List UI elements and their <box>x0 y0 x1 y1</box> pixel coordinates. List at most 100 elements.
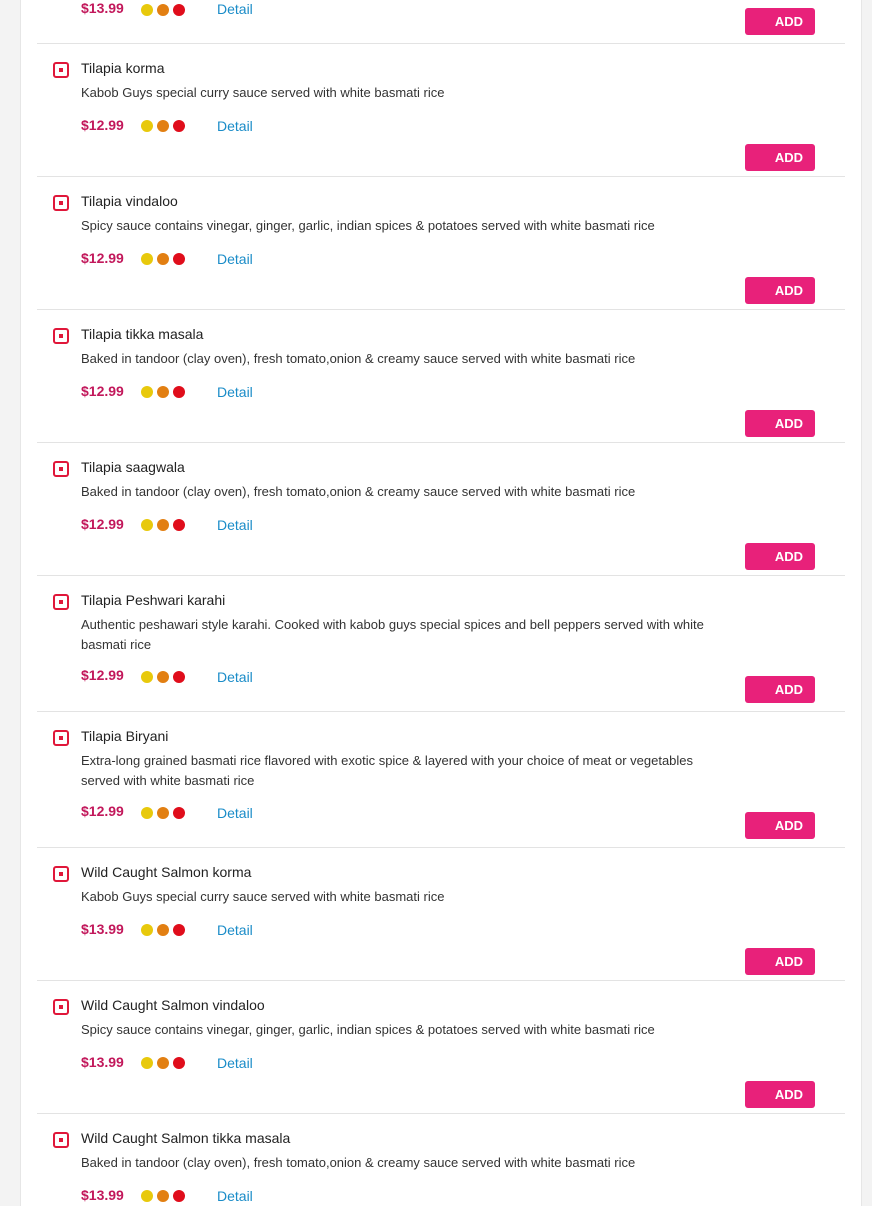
item-price: $12.99 <box>81 667 124 683</box>
spice-medium-dot <box>157 924 169 936</box>
spice-hot-dot <box>173 807 185 819</box>
item-name: Tilapia korma <box>81 60 165 76</box>
item-name: Wild Caught Salmon korma <box>81 864 252 880</box>
detail-link[interactable]: Detail <box>217 1055 253 1071</box>
detail-link[interactable]: Detail <box>217 1188 253 1204</box>
spice-mild-dot <box>141 807 153 819</box>
add-button[interactable]: ADD <box>745 1081 815 1108</box>
spice-mild-dot <box>141 253 153 265</box>
spice-hot-dot <box>173 253 185 265</box>
menu-item: Wild Caught Salmon vindaloo Spicy sauce … <box>37 981 845 1114</box>
spice-medium-dot <box>157 1057 169 1069</box>
menu-item: Wild Caught Salmon tikka masala Baked in… <box>37 1114 845 1206</box>
add-button[interactable]: ADD <box>745 543 815 570</box>
spice-mild-dot <box>141 671 153 683</box>
detail-link[interactable]: Detail <box>217 922 253 938</box>
spice-medium-dot <box>157 253 169 265</box>
item-name: Tilapia Biryani <box>81 728 169 744</box>
item-description: Spicy sauce contains vinegar, ginger, ga… <box>81 1022 655 1037</box>
spice-level-indicator <box>141 1190 185 1202</box>
menu-item: Tilapia korma Kabob Guys special curry s… <box>37 44 845 177</box>
spice-level-indicator <box>141 671 185 683</box>
menu-item: $13.99 Detail ADD <box>37 0 845 44</box>
detail-link[interactable]: Detail <box>217 118 253 134</box>
spice-level-indicator <box>141 386 185 398</box>
item-price: $12.99 <box>81 383 124 399</box>
item-name: Tilapia vindaloo <box>81 193 178 209</box>
item-price: $13.99 <box>81 1054 124 1070</box>
veg-indicator-icon <box>53 999 69 1015</box>
item-description: Kabob Guys special curry sauce served wi… <box>81 85 445 100</box>
veg-indicator-icon <box>53 328 69 344</box>
item-price: $12.99 <box>81 516 124 532</box>
item-name: Tilapia saagwala <box>81 459 185 475</box>
menu-item: Tilapia Biryani Extra-long grained basma… <box>37 712 845 848</box>
item-name: Wild Caught Salmon vindaloo <box>81 997 265 1013</box>
menu-item: Tilapia vindaloo Spicy sauce contains vi… <box>37 177 845 310</box>
detail-link[interactable]: Detail <box>217 251 253 267</box>
add-button[interactable]: ADD <box>745 144 815 171</box>
spice-hot-dot <box>173 924 185 936</box>
spice-medium-dot <box>157 519 169 531</box>
item-price: $13.99 <box>81 1187 124 1203</box>
spice-level-indicator <box>141 1057 185 1069</box>
item-price: $12.99 <box>81 250 124 266</box>
item-description: Extra-long grained basmati rice flavored… <box>81 753 694 788</box>
spice-mild-dot <box>141 4 153 16</box>
menu-item: Tilapia saagwala Baked in tandoor (clay … <box>37 443 845 576</box>
veg-indicator-icon <box>53 461 69 477</box>
spice-hot-dot <box>173 1057 185 1069</box>
spice-level-indicator <box>141 519 185 531</box>
spice-mild-dot <box>141 386 153 398</box>
menu-panel: $13.99 Detail ADD Tilapia korma Kabob Gu… <box>20 0 862 1206</box>
detail-link[interactable]: Detail <box>217 805 253 821</box>
add-button[interactable]: ADD <box>745 8 815 35</box>
spice-medium-dot <box>157 4 169 16</box>
spice-hot-dot <box>173 4 185 16</box>
spice-hot-dot <box>173 1190 185 1202</box>
spice-mild-dot <box>141 924 153 936</box>
spice-medium-dot <box>157 671 169 683</box>
item-price: $12.99 <box>81 803 124 819</box>
spice-level-indicator <box>141 4 185 16</box>
item-name: Wild Caught Salmon tikka masala <box>81 1130 291 1146</box>
spice-level-indicator <box>141 924 185 936</box>
spice-mild-dot <box>141 1190 153 1202</box>
add-button[interactable]: ADD <box>745 948 815 975</box>
item-name: Tilapia tikka masala <box>81 326 204 342</box>
veg-indicator-icon <box>53 195 69 211</box>
spice-mild-dot <box>141 519 153 531</box>
spice-level-indicator <box>141 807 185 819</box>
veg-indicator-icon <box>53 866 69 882</box>
spice-medium-dot <box>157 1190 169 1202</box>
add-button[interactable]: ADD <box>745 410 815 437</box>
spice-hot-dot <box>173 671 185 683</box>
item-price: $13.99 <box>81 0 124 16</box>
item-description: Kabob Guys special curry sauce served wi… <box>81 889 445 904</box>
detail-link[interactable]: Detail <box>217 517 253 533</box>
menu-item: Tilapia Peshwari karahi Authentic peshaw… <box>37 576 845 712</box>
detail-link[interactable]: Detail <box>217 1 253 17</box>
spice-medium-dot <box>157 807 169 819</box>
veg-indicator-icon <box>53 62 69 78</box>
menu-item: Tilapia tikka masala Baked in tandoor (c… <box>37 310 845 443</box>
add-button[interactable]: ADD <box>745 812 815 839</box>
menu-item: Wild Caught Salmon korma Kabob Guys spec… <box>37 848 845 981</box>
add-button[interactable]: ADD <box>745 676 815 703</box>
spice-hot-dot <box>173 519 185 531</box>
spice-hot-dot <box>173 120 185 132</box>
item-description: Authentic peshawari style karahi. Cooked… <box>81 617 704 652</box>
item-description: Baked in tandoor (clay oven), fresh toma… <box>81 484 636 499</box>
spice-mild-dot <box>141 120 153 132</box>
spice-level-indicator <box>141 120 185 132</box>
add-button[interactable]: ADD <box>745 277 815 304</box>
detail-link[interactable]: Detail <box>217 669 253 685</box>
item-price: $12.99 <box>81 117 124 133</box>
item-description: Spicy sauce contains vinegar, ginger, ga… <box>81 218 655 233</box>
item-price: $13.99 <box>81 921 124 937</box>
detail-link[interactable]: Detail <box>217 384 253 400</box>
veg-indicator-icon <box>53 594 69 610</box>
item-name: Tilapia Peshwari karahi <box>81 592 226 608</box>
veg-indicator-icon <box>53 1132 69 1148</box>
veg-indicator-icon <box>53 730 69 746</box>
